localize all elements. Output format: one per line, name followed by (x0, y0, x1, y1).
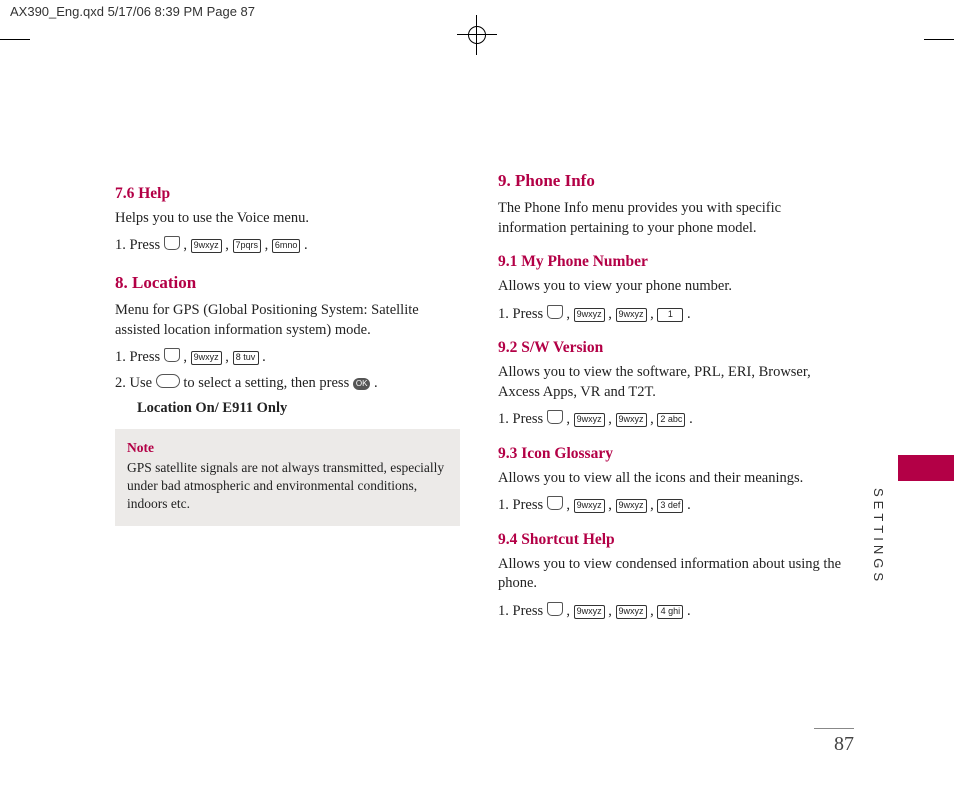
key-9: 9wxyz (574, 308, 605, 322)
note-title: Note (127, 439, 448, 457)
ok-key-icon: OK (353, 378, 371, 390)
key-9: 9wxyz (191, 351, 222, 365)
step-7-6: 1. Press , 9wxyz , 7pqrs , 6mno . (115, 236, 460, 256)
key-2: 2 abc (657, 413, 685, 427)
key-1: 1 (657, 308, 683, 322)
softkey-icon (164, 236, 180, 250)
crop-circle (468, 26, 486, 44)
heading-7-6: 7.6 Help (115, 184, 460, 205)
key-3: 3 def (657, 499, 683, 513)
note-box: Note GPS satellite signals are not alway… (115, 429, 460, 526)
heading-8: 8. Location (115, 272, 460, 295)
key-9: 9wxyz (616, 605, 647, 619)
softkey-icon (547, 602, 563, 616)
step-9-3: 1. Press , 9wxyz , 9wxyz , 3 def . (498, 496, 843, 516)
body-7-6: Helps you to use the Voice menu. (115, 209, 460, 229)
section-tab (898, 455, 954, 481)
step-9-4: 1. Press , 9wxyz , 9wxyz , 4 ghi . (498, 602, 843, 622)
heading-9-3: 9.3 Icon Glossary (498, 444, 843, 465)
page-content: 7.6 Help Helps you to use the Voice menu… (115, 170, 855, 627)
heading-9: 9. Phone Info (498, 170, 843, 193)
key-9: 9wxyz (191, 239, 222, 253)
key-4: 4 ghi (657, 605, 683, 619)
page-number: 87 (814, 728, 854, 756)
print-header: AX390_Eng.qxd 5/17/06 8:39 PM Page 87 (0, 0, 954, 23)
option-location: Location On/ E911 Only (137, 399, 460, 419)
step-8-2: 2. Use to select a setting, then press O… (115, 374, 460, 394)
step-9-1: 1. Press , 9wxyz , 9wxyz , 1 . (498, 305, 843, 325)
key-9: 9wxyz (616, 308, 647, 322)
body-9-1: Allows you to view your phone number. (498, 277, 843, 297)
key-9: 9wxyz (574, 499, 605, 513)
key-6: 6mno (272, 239, 301, 253)
softkey-icon (547, 305, 563, 319)
heading-9-4: 9.4 Shortcut Help (498, 530, 843, 551)
left-column: 7.6 Help Helps you to use the Voice menu… (115, 170, 460, 627)
body-8: Menu for GPS (Global Positioning System:… (115, 301, 460, 340)
body-9-2: Allows you to view the software, PRL, ER… (498, 363, 843, 402)
key-7: 7pqrs (233, 239, 262, 253)
step-9-2: 1. Press , 9wxyz , 9wxyz , 2 abc . (498, 410, 843, 430)
nav-key-icon (156, 374, 180, 388)
key-9: 9wxyz (574, 605, 605, 619)
softkey-icon (547, 496, 563, 510)
heading-9-1: 9.1 My Phone Number (498, 252, 843, 273)
body-9-4: Allows you to view condensed information… (498, 555, 843, 594)
softkey-icon (547, 410, 563, 424)
key-9: 9wxyz (574, 413, 605, 427)
key-9: 9wxyz (616, 499, 647, 513)
softkey-icon (164, 348, 180, 362)
step-8-1: 1. Press , 9wxyz , 8 tuv . (115, 348, 460, 368)
section-label: SETTINGS (871, 488, 886, 585)
key-9: 9wxyz (616, 413, 647, 427)
heading-9-2: 9.2 S/W Version (498, 338, 843, 359)
note-body: GPS satellite signals are not always tra… (127, 459, 448, 514)
right-column: 9. Phone Info The Phone Info menu provid… (498, 170, 843, 627)
body-9-3: Allows you to view all the icons and the… (498, 469, 843, 489)
body-9: The Phone Info menu provides you with sp… (498, 199, 843, 238)
key-8: 8 tuv (233, 351, 259, 365)
